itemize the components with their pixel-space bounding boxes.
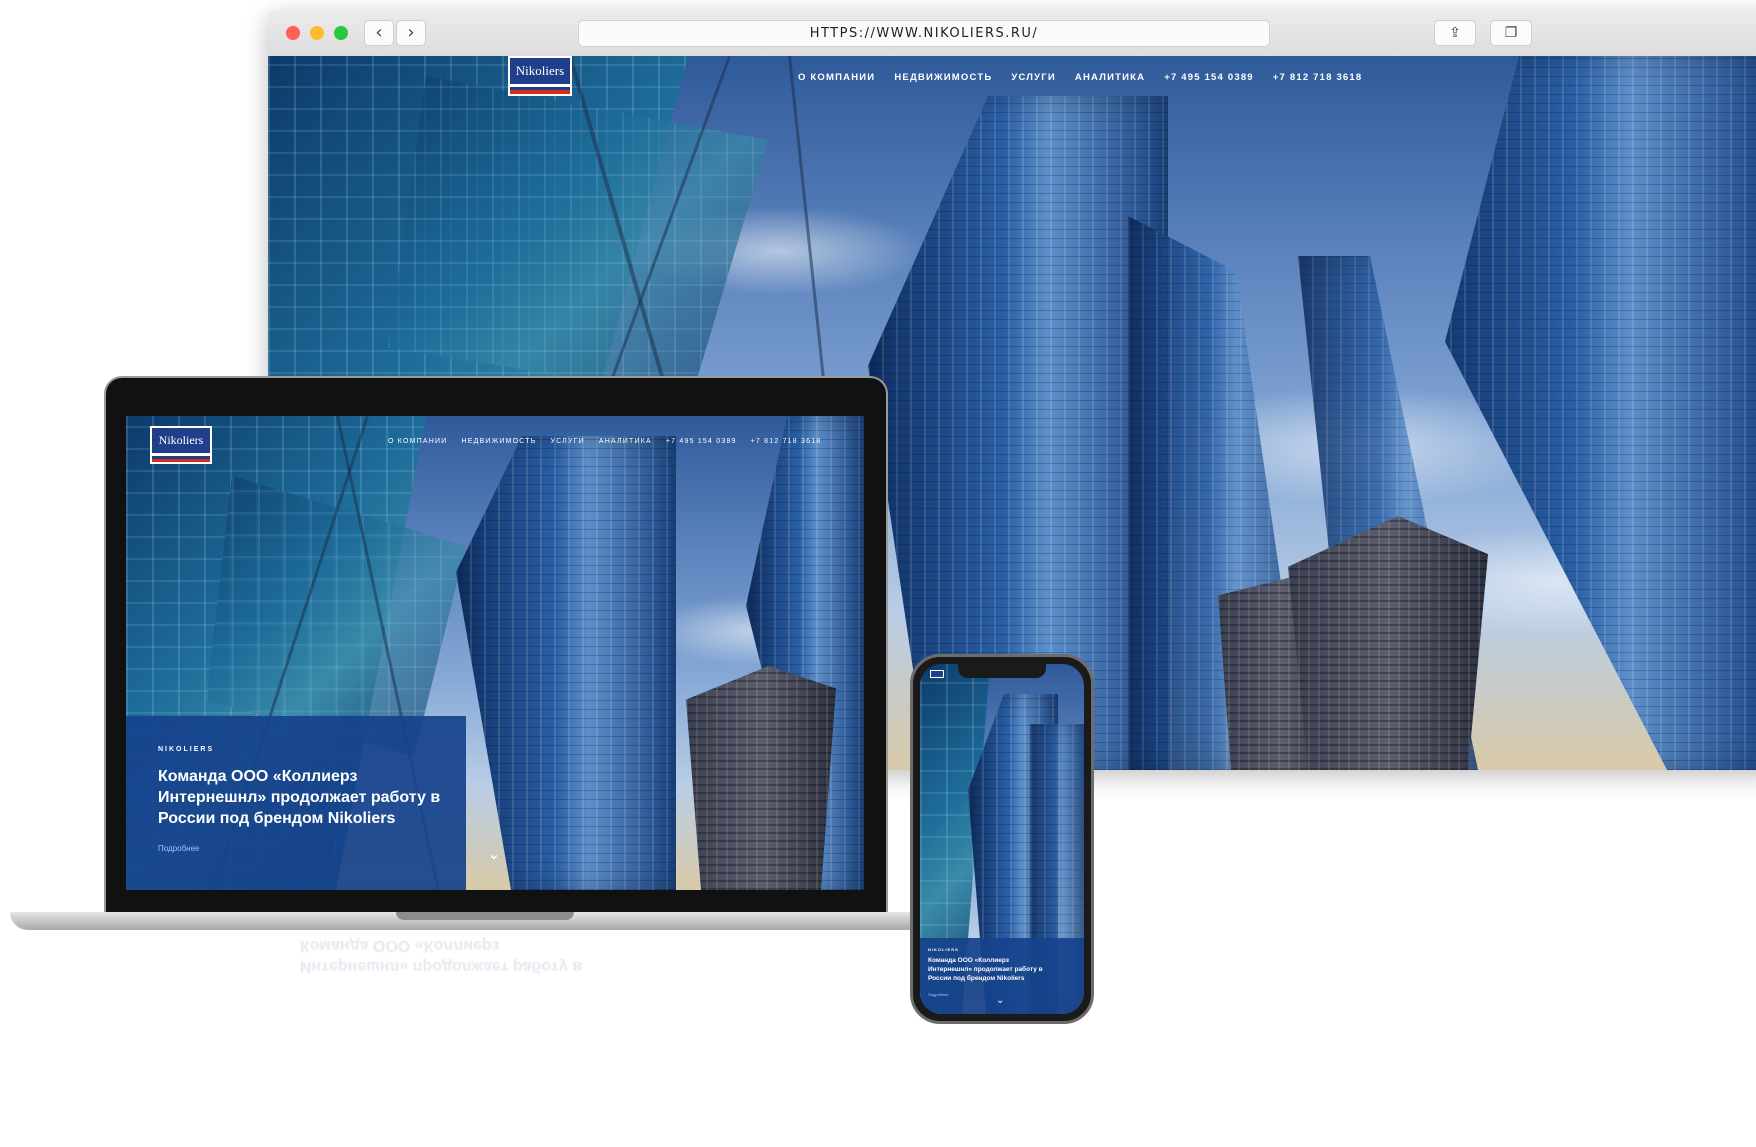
- phone-more-link[interactable]: Подробнее: [928, 992, 949, 997]
- laptop-site-nav: О КОМПАНИИ НЕДВИЖИМОСТЬ УСЛУГИ АНАЛИТИКА…: [388, 438, 821, 445]
- hero-headline: Команда ООО «Коллиерз Интернешнл» продол…: [158, 768, 441, 827]
- laptop-site-logo[interactable]: Nikoliers: [150, 426, 212, 464]
- nav-phone-spb[interactable]: +7 812 718 3618: [751, 438, 822, 445]
- laptop-hinge-notch: [396, 912, 574, 920]
- more-link[interactable]: Подробнее: [158, 844, 200, 853]
- browser-toolbar: ‹ › HTTPS://WWW.NIKOLIERS.RU/ ⇪ ❐: [268, 10, 1756, 57]
- minimize-window-icon[interactable]: [310, 26, 324, 40]
- nav-item-real-estate[interactable]: НЕДВИЖИМОСТЬ: [894, 72, 992, 83]
- chevron-left-icon[interactable]: ‹: [364, 20, 394, 46]
- nav-phone-moscow[interactable]: +7 495 154 0389: [666, 438, 737, 445]
- phone-notch: [958, 664, 1046, 678]
- phone-hero-card: NIKOLIERS Команда ООО «Коллиерз Интернеш…: [920, 938, 1084, 1014]
- phone-hero-eyebrow: NIKOLIERS: [928, 947, 959, 952]
- laptop-reflection: Интернешнл» продолжает работу в Команда …: [300, 937, 583, 975]
- hero-card: NIKOLIERS Команда ООО «Коллиерз Интернеш…: [126, 716, 466, 890]
- address-bar[interactable]: HTTPS://WWW.NIKOLIERS.RU/: [578, 20, 1270, 47]
- nav-item-about[interactable]: О КОМПАНИИ: [388, 438, 447, 445]
- phone-screen: NIKOLIERS Команда ООО «Коллиерз Интернеш…: [920, 664, 1084, 1014]
- site-logo[interactable]: Nikoliers: [508, 56, 572, 96]
- laptop-screen: Nikoliers О КОМПАНИИ НЕДВИЖИМОСТЬ УСЛУГИ…: [126, 416, 864, 890]
- nav-item-services[interactable]: УСЛУГИ: [1011, 72, 1056, 83]
- site-nav: О КОМПАНИИ НЕДВИЖИМОСТЬ УСЛУГИ АНАЛИТИКА…: [798, 72, 1362, 83]
- share-icon[interactable]: ⇪: [1434, 20, 1476, 46]
- nav-phone-spb[interactable]: +7 812 718 3618: [1273, 72, 1363, 83]
- nav-item-analytics[interactable]: АНАЛИТИКА: [599, 438, 652, 445]
- flag-stripes: [510, 84, 570, 94]
- nav-item-about[interactable]: О КОМПАНИИ: [798, 72, 875, 83]
- hero-eyebrow: NIKOLIERS: [158, 746, 215, 753]
- nav-item-real-estate[interactable]: НЕДВИЖИМОСТЬ: [461, 438, 536, 445]
- chevron-right-icon[interactable]: ›: [396, 20, 426, 46]
- tabs-icon[interactable]: ❐: [1490, 20, 1532, 46]
- maximize-window-icon[interactable]: [334, 26, 348, 40]
- phone-hero-headline: Команда ООО «Коллиерз Интернешнл» продол…: [928, 957, 1043, 982]
- close-window-icon[interactable]: [286, 26, 300, 40]
- phone-site-logo[interactable]: [930, 670, 944, 678]
- nav-item-services[interactable]: УСЛУГИ: [551, 438, 585, 445]
- chevron-down-icon[interactable]: ⌄: [486, 846, 502, 862]
- chevron-down-icon[interactable]: ⌄: [996, 996, 1004, 1006]
- nav-phone-moscow[interactable]: +7 495 154 0389: [1164, 72, 1254, 83]
- nav-item-analytics[interactable]: АНАЛИТИКА: [1075, 72, 1145, 83]
